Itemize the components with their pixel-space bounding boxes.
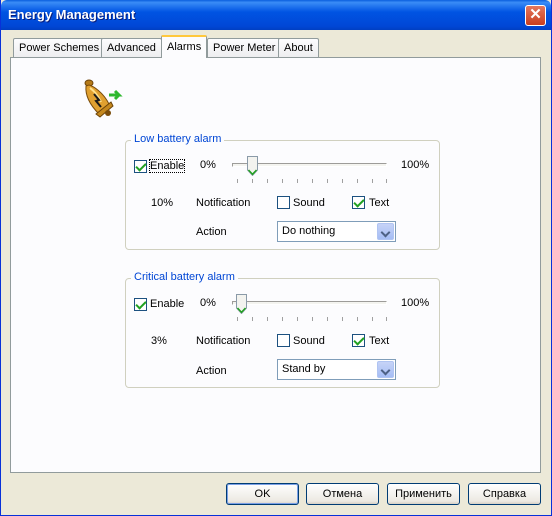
slider-tick (386, 179, 387, 183)
low-level-slider-thumb[interactable] (246, 156, 258, 176)
tab-alarms[interactable]: Alarms (161, 35, 208, 58)
critical-max-label: 100% (401, 297, 430, 309)
cancel-button[interactable]: Отмена (306, 483, 379, 505)
slider-tick (342, 179, 343, 183)
low-max-label: 100% (401, 159, 430, 171)
critical-level-value: 3% (151, 335, 167, 347)
slider-tick (267, 179, 268, 183)
low-notification-label: Notification (196, 197, 251, 209)
low-battery-alarm-title: Low battery alarm (131, 133, 225, 145)
tab-power-meter[interactable]: Power Meter (207, 38, 282, 57)
slider-tick (282, 317, 283, 321)
slider-tick (357, 317, 358, 321)
slider-tick (282, 179, 283, 183)
chevron-down-icon[interactable] (377, 223, 394, 240)
low-min-label: 0% (200, 159, 216, 171)
slider-tick (312, 317, 313, 321)
critical-level-slider-thumb[interactable] (236, 294, 248, 314)
close-icon[interactable]: ✕ (525, 5, 546, 26)
slider-tick (297, 317, 298, 321)
low-action-label: Action (196, 226, 227, 238)
title-bar[interactable]: Energy Management ✕ (1, 0, 551, 30)
critical-battery-alarm-title: Critical battery alarm (131, 271, 238, 283)
window-title: Energy Management (8, 7, 136, 22)
low-action-value: Do nothing (282, 225, 336, 237)
critical-text-label: Text (369, 335, 390, 347)
slider-tick (327, 179, 328, 183)
slider-tick (252, 179, 253, 183)
low-level-value: 10% (151, 197, 174, 209)
critical-enable-checkbox[interactable] (134, 298, 147, 311)
help-button[interactable]: Справка (468, 483, 541, 505)
critical-action-select[interactable]: Stand by (277, 359, 396, 380)
critical-min-label: 0% (200, 297, 216, 309)
low-text-label: Text (369, 197, 390, 209)
low-sound-checkbox[interactable] (277, 196, 290, 209)
critical-text-checkbox[interactable] (352, 334, 365, 347)
slider-tick (342, 317, 343, 321)
critical-sound-checkbox[interactable] (277, 334, 290, 347)
low-action-select[interactable]: Do nothing (277, 221, 396, 242)
alarm-bell-icon (84, 79, 123, 118)
tab-advanced[interactable]: Advanced (101, 38, 162, 57)
ok-button[interactable]: OK (226, 483, 299, 505)
slider-tick (237, 317, 238, 321)
low-sound-label: Sound (293, 197, 325, 209)
critical-notification-label: Notification (196, 335, 251, 347)
energy-management-window: Energy Management ✕ Power Schemes Advanc… (0, 0, 552, 516)
apply-button[interactable]: Применить (387, 483, 460, 505)
slider-tick (357, 179, 358, 183)
tab-about[interactable]: About (278, 38, 319, 57)
slider-tick (327, 317, 328, 321)
slider-tick (386, 317, 387, 321)
chevron-down-icon[interactable] (377, 361, 394, 378)
low-enable-label: Enable (148, 159, 186, 173)
critical-enable-label: Enable (150, 298, 185, 310)
slider-tick (372, 179, 373, 183)
low-enable-checkbox[interactable] (134, 160, 147, 173)
slider-tick (297, 179, 298, 183)
slider-tick (372, 317, 373, 321)
slider-tick (237, 179, 238, 183)
low-text-checkbox[interactable] (352, 196, 365, 209)
critical-action-value: Stand by (282, 363, 326, 375)
slider-tick (267, 317, 268, 321)
slider-tick (252, 317, 253, 321)
critical-level-slider-track[interactable] (232, 301, 387, 305)
tab-power-schemes[interactable]: Power Schemes (13, 38, 106, 57)
critical-action-label: Action (196, 365, 227, 377)
slider-tick (312, 179, 313, 183)
critical-sound-label: Sound (293, 335, 325, 347)
